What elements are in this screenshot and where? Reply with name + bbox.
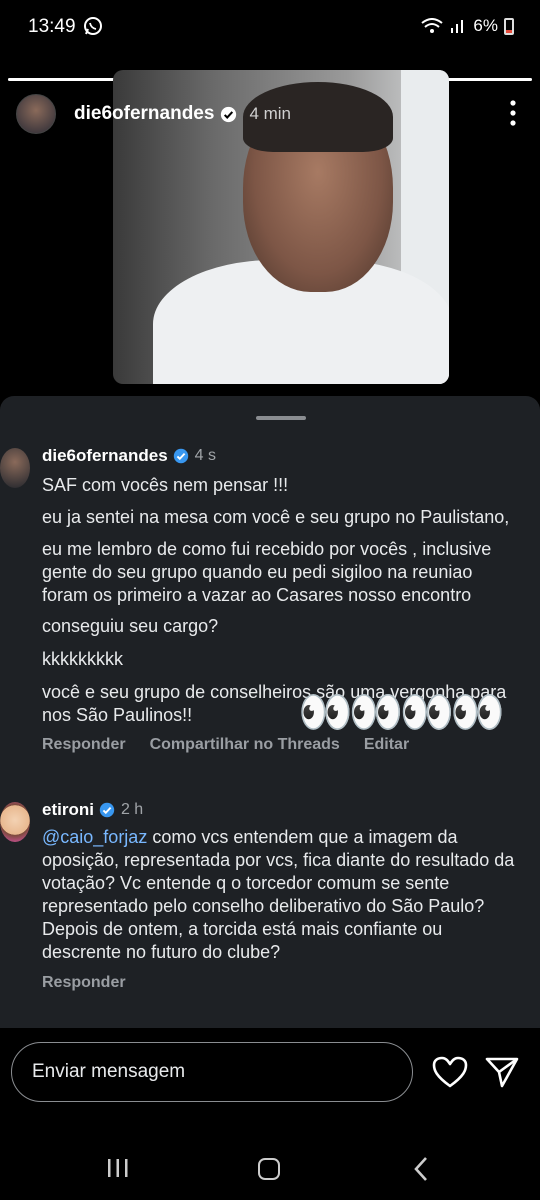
- story-username[interactable]: die6ofernandes: [74, 103, 214, 125]
- signal-icon: [451, 20, 464, 33]
- comment-actions: Responder Compartilhar no Threads Editar: [42, 736, 522, 754]
- battery-percent: 6%: [473, 16, 498, 35]
- sheet-drag-handle[interactable]: [256, 416, 306, 420]
- more-icon[interactable]: [510, 100, 516, 126]
- status-bar: 13:49 6%: [0, 0, 540, 56]
- verified-icon: [99, 802, 115, 818]
- story-time: 4 min: [249, 104, 292, 123]
- comment-avatar[interactable]: [0, 448, 30, 488]
- story-avatar[interactable]: [16, 94, 56, 134]
- reply-button[interactable]: Responder: [42, 736, 126, 754]
- recent-apps-icon[interactable]: [106, 1158, 130, 1178]
- message-input[interactable]: Enviar mensagem: [11, 1042, 413, 1102]
- story-header: die6ofernandes 4 min: [16, 94, 291, 134]
- comment-time: 4 s: [194, 447, 216, 464]
- comment-line: SAF com vocês nem pensar !!!: [42, 475, 289, 495]
- comment-body: como vcs entendem que a imagem da oposiç…: [42, 827, 515, 962]
- comment-time: 2 h: [120, 801, 144, 818]
- comment-username[interactable]: die6ofernandes: [42, 446, 168, 466]
- back-icon[interactable]: [412, 1156, 430, 1182]
- send-icon[interactable]: [484, 1054, 520, 1090]
- comments-sheet: die6ofernandes 4 s SAF com vocês nem pen…: [0, 396, 540, 1028]
- comment-text: @caio_forjaz como vcs entendem que a ima…: [42, 826, 522, 964]
- comment-username[interactable]: etironi: [42, 800, 94, 820]
- whatsapp-icon: [84, 17, 102, 35]
- verified-icon: [173, 448, 188, 464]
- verified-icon: [221, 106, 237, 122]
- system-nav-bar: [0, 1136, 540, 1200]
- comment-actions: Responder: [42, 974, 522, 992]
- reply-button[interactable]: Responder: [42, 974, 126, 992]
- edit-button[interactable]: Editar: [364, 736, 409, 754]
- comment-line: conseguiu seu cargo?: [42, 616, 219, 636]
- wifi-icon: [421, 18, 444, 33]
- comment-line: eu ja sentei na mesa com você e seu grup…: [42, 507, 510, 527]
- home-icon[interactable]: [258, 1158, 280, 1180]
- battery-icon: [504, 17, 514, 35]
- status-time: 13:49: [28, 16, 76, 37]
- comment-line: kkkkkkkkk: [42, 649, 123, 669]
- mention-link[interactable]: @caio_forjaz: [42, 827, 147, 847]
- comment-line: eu me lembro de como fui recebido por vo…: [42, 539, 492, 605]
- eyes-emoji: 👀👀👀👀: [298, 688, 505, 737]
- heart-icon[interactable]: [432, 1056, 468, 1088]
- share-threads-button[interactable]: Compartilhar no Threads: [150, 736, 340, 754]
- comment-avatar[interactable]: [0, 802, 30, 842]
- status-icons: 6%: [421, 16, 514, 36]
